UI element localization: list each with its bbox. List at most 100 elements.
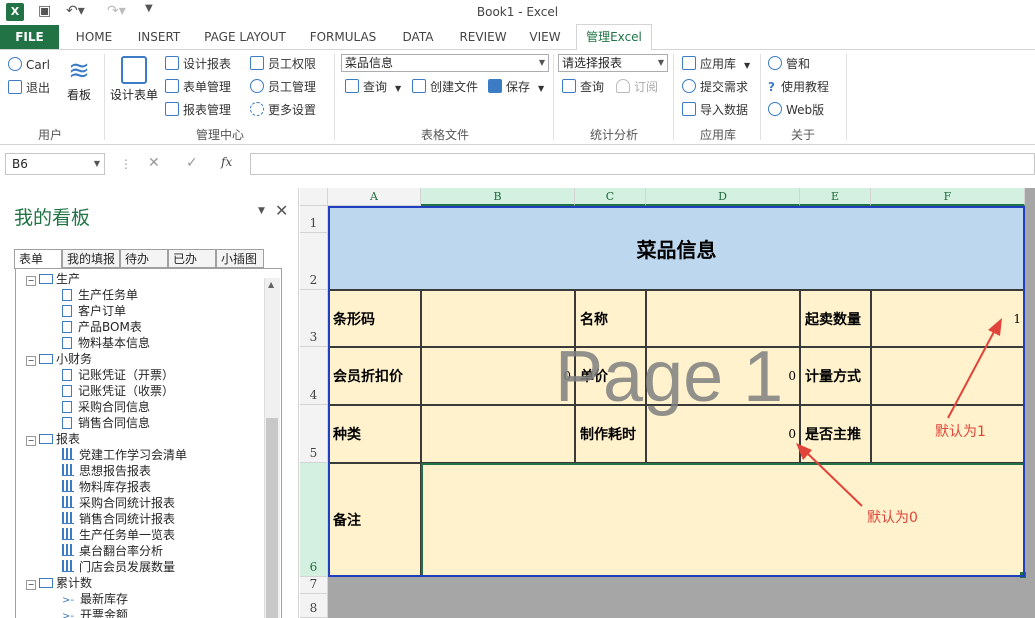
- form-management-button[interactable]: 表单管理: [165, 78, 231, 96]
- collapse-icon[interactable]: −: [26, 356, 36, 366]
- logout-button[interactable]: 退出: [8, 79, 50, 97]
- ribbon-separator: [553, 54, 554, 140]
- kanban-button[interactable]: ≋ 看板: [62, 56, 96, 103]
- enter-icon[interactable]: ✓: [186, 155, 198, 171]
- more-settings-button[interactable]: 更多设置: [250, 101, 316, 119]
- save-table-button[interactable]: 保存 ▼: [488, 78, 544, 96]
- tree-item[interactable]: 采购合同信息: [62, 399, 150, 415]
- tab-data[interactable]: DATA: [394, 25, 442, 49]
- name-box-value: B6: [12, 157, 28, 171]
- tree-item[interactable]: 桌台翻台率分析: [62, 543, 163, 559]
- pane-tab-widgets[interactable]: 小插图: [216, 249, 264, 268]
- tree-item-label: 生产: [56, 272, 81, 286]
- chevron-down-icon: ▼: [93, 159, 100, 168]
- pane-tab-todo[interactable]: 待办: [120, 249, 168, 268]
- import-data-button[interactable]: 导入数据: [682, 101, 748, 119]
- scrollbar-thumb[interactable]: [266, 418, 278, 618]
- tree-item[interactable]: 产品BOM表: [62, 319, 142, 335]
- tutorial-label: 使用教程: [780, 80, 829, 94]
- subscribe-button[interactable]: 订阅: [616, 78, 658, 96]
- pane-tab-forms[interactable]: 表单: [14, 249, 62, 269]
- tab-file[interactable]: FILE: [0, 25, 59, 49]
- tab-home[interactable]: HOME: [66, 25, 122, 49]
- tree-item-label: 开票金额: [80, 608, 129, 618]
- tree-item[interactable]: 党建工作学习会清单: [62, 447, 187, 463]
- tree-item[interactable]: >- 最新库存: [62, 591, 128, 607]
- close-icon[interactable]: ✕: [275, 201, 288, 220]
- tree-item[interactable]: 采购合同统计报表: [62, 495, 175, 511]
- tree-item-label: 采购合同信息: [78, 400, 151, 414]
- tree-item[interactable]: 记账凭证（收票）: [62, 383, 174, 399]
- tree-item[interactable]: 销售合同信息: [62, 415, 150, 431]
- submit-request-button[interactable]: 提交需求: [682, 78, 748, 96]
- insert-function-icon[interactable]: fx: [221, 155, 232, 169]
- employee-permission-button[interactable]: 员工权限: [250, 55, 316, 73]
- table-file-select[interactable]: 菜品信息 ▼: [341, 54, 549, 72]
- tab-review[interactable]: REVIEW: [452, 25, 514, 49]
- app-store-button[interactable]: 应用库 ▼: [682, 55, 750, 73]
- chevron-down-icon: ▼: [538, 84, 545, 93]
- chevron-down-icon: ▼: [538, 58, 545, 67]
- table-query-button[interactable]: 查询 ▼: [345, 78, 401, 96]
- collapse-icon[interactable]: −: [26, 580, 36, 590]
- tutorial-button[interactable]: ? 使用教程: [768, 78, 829, 96]
- employee-management-button[interactable]: 员工管理: [250, 78, 316, 96]
- tree-item[interactable]: 记账凭证（开票）: [62, 367, 174, 383]
- query-icon: [562, 79, 576, 93]
- ribbon-separator: [673, 54, 674, 140]
- tree-folder[interactable]: − 报表: [26, 431, 80, 447]
- tree-item[interactable]: >- 开票金额: [62, 607, 128, 618]
- import-icon: [682, 102, 696, 116]
- user-carl-button[interactable]: Carl: [8, 56, 50, 74]
- tree-item-label: 生产任务单: [78, 288, 139, 302]
- official-button[interactable]: 管和: [768, 55, 810, 73]
- create-file-button[interactable]: 创建文件: [412, 78, 478, 96]
- collapse-icon[interactable]: −: [26, 436, 36, 446]
- logout-icon: [8, 80, 22, 94]
- stats-query-label: 查询: [580, 80, 605, 94]
- formula-input[interactable]: [250, 153, 1035, 175]
- pane-tab-my-submissions[interactable]: 我的填报: [62, 249, 120, 268]
- pane-tab-done[interactable]: 已办: [168, 249, 216, 268]
- design-report-button[interactable]: 设计报表: [165, 55, 231, 73]
- tree-item[interactable]: 物料库存报表: [62, 479, 151, 495]
- tree-folder[interactable]: − 累计数: [26, 575, 92, 591]
- tree-item-label: 小财务: [56, 352, 93, 366]
- tree-item[interactable]: 思想报告报表: [62, 463, 151, 479]
- tree-item[interactable]: 物料基本信息: [62, 335, 150, 351]
- ribbon: Carl 退出 ≋ 看板 用户 设计表单 设计报表 表单管理 报表管理 员工权限…: [0, 50, 1035, 145]
- tab-manage-excel[interactable]: 管理Excel: [576, 24, 652, 51]
- tree-item-label: 销售合同信息: [78, 416, 151, 430]
- tab-insert[interactable]: INSERT: [130, 25, 188, 49]
- scroll-up-icon[interactable]: ▲: [268, 280, 274, 289]
- folder-icon: [39, 354, 53, 364]
- tab-formulas[interactable]: FORMULAS: [302, 25, 384, 49]
- help-icon: ?: [768, 80, 775, 94]
- bell-icon: [616, 79, 630, 93]
- pane-options-icon[interactable]: ▼: [258, 206, 265, 216]
- report-select[interactable]: 请选择报表 ▼: [558, 54, 668, 72]
- employee-management-label: 员工管理: [268, 80, 317, 94]
- counter-icon: >-: [62, 595, 74, 606]
- tree-item[interactable]: 销售合同统计报表: [62, 511, 175, 527]
- tree-folder[interactable]: − 小财务: [26, 351, 92, 367]
- tab-view[interactable]: VIEW: [522, 25, 568, 49]
- tree-item-label: 物料基本信息: [78, 336, 151, 350]
- document-icon: [62, 305, 72, 317]
- tree-item-label: 物料库存报表: [79, 480, 152, 494]
- name-box[interactable]: B6 ▼: [5, 153, 105, 175]
- cancel-icon[interactable]: ✕: [148, 155, 160, 171]
- tree-item-label: 思想报告报表: [79, 464, 152, 478]
- tree-folder[interactable]: − 生产: [26, 271, 80, 287]
- web-version-button[interactable]: Web版: [768, 101, 824, 119]
- tree-item[interactable]: 生产任务单: [62, 287, 138, 303]
- design-form-button[interactable]: 设计表单: [108, 56, 160, 103]
- tree-item[interactable]: 客户订单: [62, 303, 126, 319]
- report-management-button[interactable]: 报表管理: [165, 101, 231, 119]
- stats-query-button[interactable]: 查询: [562, 78, 604, 96]
- tree-item[interactable]: 门店会员发展数量: [62, 559, 175, 575]
- collapse-icon[interactable]: −: [26, 276, 36, 286]
- tab-page-layout[interactable]: PAGE LAYOUT: [198, 25, 292, 49]
- tree-scrollbar[interactable]: ▲: [264, 278, 280, 618]
- tree-item[interactable]: 生产任务单一览表: [62, 527, 175, 543]
